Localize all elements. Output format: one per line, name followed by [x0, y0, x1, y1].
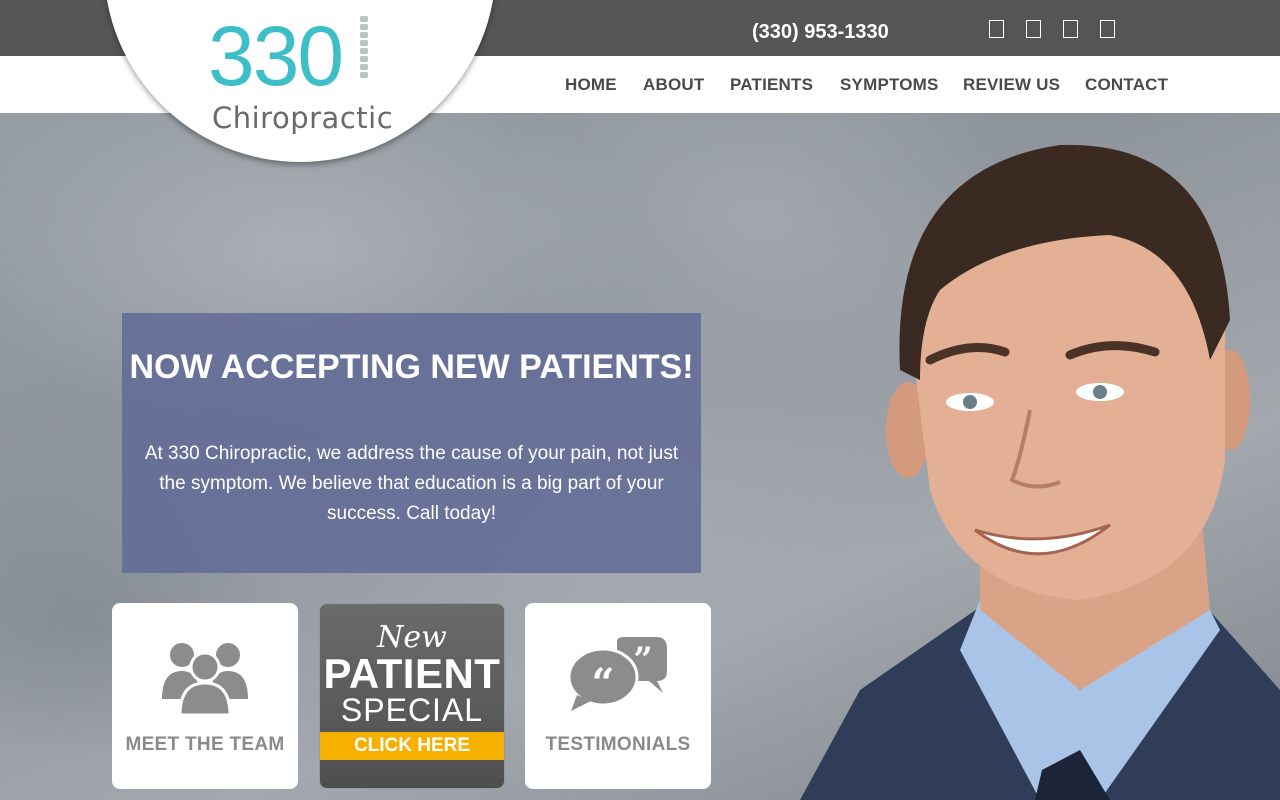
meet-the-team-card[interactable]: MEET THE TEAM: [112, 603, 298, 789]
phone-number[interactable]: (330) 953-1330: [752, 21, 889, 44]
svg-text:“: “: [591, 660, 614, 707]
panel-text: At 330 Chiropractic, we address the caus…: [144, 443, 679, 524]
youtube-icon[interactable]: [1100, 20, 1115, 38]
nav-review-us[interactable]: REVIEW US: [963, 75, 1060, 95]
twitter-icon[interactable]: [1026, 20, 1041, 38]
panel-title: NOW ACCEPTING NEW PATIENTS!: [129, 348, 694, 386]
special-patient-text: PATIENT: [323, 650, 501, 697]
new-patient-special-card[interactable]: New PATIENT SPECIAL CLICK HERE: [319, 603, 505, 789]
testimonials-label: TESTIMONIALS: [545, 734, 691, 755]
nav-patients[interactable]: PATIENTS: [730, 75, 813, 95]
google-icon[interactable]: [1063, 20, 1078, 38]
quote-bubbles-icon: ” “: [569, 637, 667, 711]
nav-contact[interactable]: CONTACT: [1085, 75, 1168, 95]
new-patients-panel: NOW ACCEPTING NEW PATIENTS! At 330 Chiro…: [122, 313, 701, 573]
facebook-icon[interactable]: [989, 20, 1004, 38]
click-here-button[interactable]: CLICK HERE: [320, 732, 504, 760]
doctor-portrait: [800, 144, 1280, 800]
nav-symptoms[interactable]: SYMPTOMS: [840, 75, 939, 95]
meet-the-team-label: MEET THE TEAM: [125, 734, 285, 755]
logo-word[interactable]: Chiropractic: [212, 101, 393, 135]
nav-home[interactable]: HOME: [565, 75, 617, 95]
spine-icon: [360, 16, 368, 78]
testimonials-card[interactable]: ” “ TESTIMONIALS: [525, 603, 711, 789]
logo-number[interactable]: 330: [208, 14, 344, 98]
team-icon: [162, 643, 248, 715]
nav-about[interactable]: ABOUT: [643, 75, 704, 95]
special-special-text: SPECIAL: [340, 692, 484, 728]
